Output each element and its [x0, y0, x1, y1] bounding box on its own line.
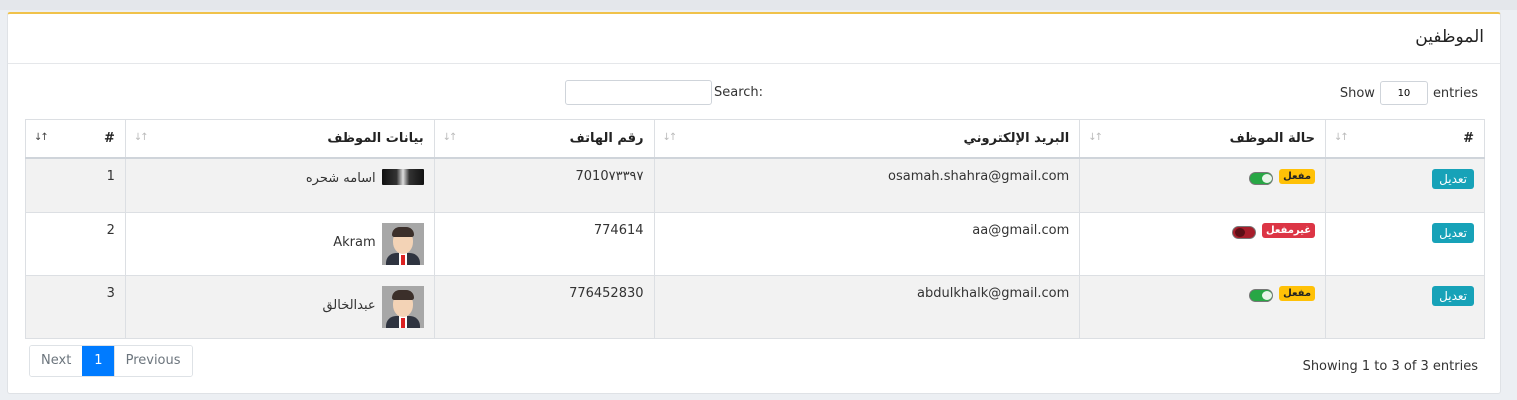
table-header-row: # ↑↓ بيانات الموظف ↑↓ رقم الهاتف ↑↓ البريد … — [25, 119, 1485, 159]
pagination: Next 1 Previous — [29, 345, 193, 377]
search-wrap: Search: — [565, 80, 763, 105]
top-strip — [0, 0, 1517, 10]
sort-icon: ↑↓ — [442, 132, 458, 143]
sort-asc-icon: ↑↓ — [34, 132, 49, 143]
col-employee[interactable]: بيانات الموظف ↑↓ — [124, 119, 435, 159]
card-header: الموظفين — [8, 14, 1500, 64]
edit-button[interactable]: تعديل — [1432, 286, 1474, 306]
employee-name: Akram — [333, 235, 376, 250]
show-label: Show — [1339, 85, 1375, 101]
col-actions[interactable]: # ↑↓ — [1325, 119, 1485, 159]
next-page-button[interactable]: Next — [30, 346, 83, 376]
table-row: 3 عبدالخالق 776452830 abdulkhalk@gmail.c… — [25, 275, 1485, 339]
status-toggle[interactable] — [1249, 171, 1274, 185]
avatar — [381, 223, 424, 265]
status-cell: مفعل — [1079, 157, 1327, 213]
row-index: 3 — [25, 275, 126, 339]
employees-card: الموظفين Show entries Search: #↑↓ بيانات… — [7, 12, 1501, 394]
status-toggle[interactable] — [1249, 289, 1274, 302]
actions-cell: تعديل — [1325, 212, 1485, 276]
search-input[interactable] — [565, 80, 712, 105]
previous-page-button[interactable]: Previous — [113, 346, 192, 376]
email-cell: abdulkhalk@gmail.com — [653, 275, 1081, 339]
page-1-button[interactable]: 1 — [82, 346, 114, 376]
sort-icon: ↑↓ — [1088, 132, 1103, 143]
sort-icon: ↑↓ — [662, 132, 678, 143]
page-title: الموظفين — [1415, 27, 1484, 47]
employees-table: # ↑↓ بيانات الموظف ↑↓ رقم الهاتف ↑↓ البريد … — [25, 119, 1485, 339]
col-phone[interactable]: رقم الهاتف ↑↓ — [433, 119, 655, 159]
employee-cell: Akram — [124, 212, 435, 276]
phone-cell: 7010٧٣٣٩٧ — [433, 157, 655, 213]
search-label: Search: — [714, 85, 764, 100]
table-info: Showing 1 to 3 of 3 entries — [1302, 359, 1478, 374]
edit-button[interactable]: تعديل — [1432, 168, 1474, 189]
employee-cell: اسامه شحره — [124, 157, 435, 213]
avatar — [381, 286, 424, 328]
phone-cell: 776452830 — [433, 275, 655, 339]
row-index: 1 — [25, 157, 126, 213]
status-badge: مفعل — [1279, 168, 1316, 184]
actions-cell: تعديل — [1325, 157, 1485, 213]
email-cell: aa@gmail.com — [653, 212, 1081, 276]
status-badge: مفعل — [1279, 286, 1316, 301]
phone-cell: 774614 — [433, 212, 655, 276]
employee-name: عبدالخالق — [322, 298, 376, 313]
sort-icon: ↑↓ — [133, 132, 149, 143]
table-row: 2 Akram 774614 aa@gmail.com غيرمفعل تعدي… — [25, 212, 1485, 276]
entries-length: Show entries — [1340, 81, 1478, 105]
employee-photo — [381, 168, 424, 185]
status-badge: غيرمفعل — [1261, 223, 1316, 238]
table-controls: Show entries Search: — [8, 64, 1500, 119]
status-cell: مفعل — [1079, 275, 1327, 339]
col-status[interactable]: حالة الموظف ↑↓ — [1079, 119, 1327, 159]
entries-count-select[interactable] — [1379, 81, 1428, 105]
employee-name: اسامه شحره — [305, 170, 376, 186]
status-toggle[interactable] — [1231, 226, 1256, 239]
col-index[interactable]: # ↑↓ — [25, 119, 126, 159]
status-cell: غيرمفعل — [1079, 212, 1327, 276]
employee-cell: عبدالخالق — [124, 275, 435, 339]
actions-cell: تعديل — [1325, 275, 1485, 339]
entries-label: entries — [1432, 85, 1478, 101]
col-email[interactable]: البريد الإلكتروني ↑↓ — [653, 119, 1081, 159]
table-row: 1 اسامه شحره 7010٧٣٣٩٧ osamah.shahra@gma… — [25, 157, 1485, 213]
sort-icon: ↑↓ — [1334, 132, 1349, 143]
edit-button[interactable]: تعديل — [1432, 223, 1474, 243]
email-cell: osamah.shahra@gmail.com — [653, 157, 1081, 213]
row-index: 2 — [25, 212, 126, 276]
